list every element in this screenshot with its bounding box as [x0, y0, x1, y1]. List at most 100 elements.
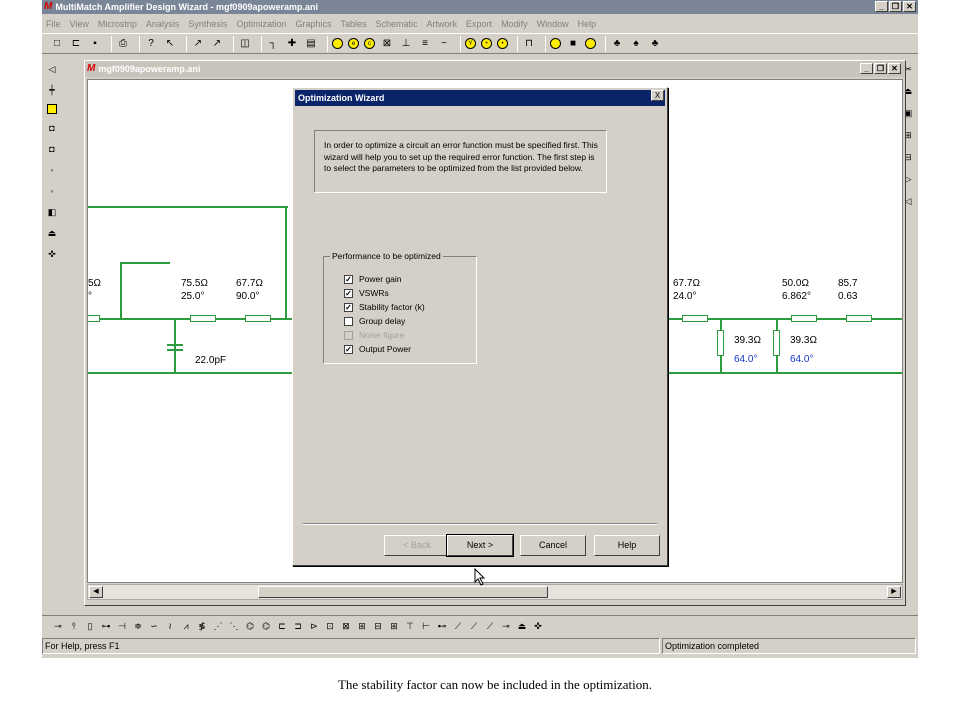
- cross-icon[interactable]: ✚: [285, 37, 299, 51]
- next-button[interactable]: Next >: [446, 534, 514, 557]
- taper-icon[interactable]: ⟋: [468, 621, 480, 633]
- vswrs-checkbox[interactable]: ✓ VSWRs: [344, 288, 389, 298]
- coupled-line-icon[interactable]: ⋰: [212, 621, 224, 633]
- series-resistor-icon[interactable]: ⊶: [100, 621, 112, 633]
- series-line-icon[interactable]: ⊸: [52, 621, 64, 633]
- open-stub-icon[interactable]: ▯: [84, 621, 96, 633]
- doc-minimize-button[interactable]: _: [860, 63, 873, 74]
- person-icon[interactable]: ♠: [629, 37, 643, 51]
- people-icon[interactable]: ♣: [610, 37, 624, 51]
- ground-icon[interactable]: ⏏: [45, 226, 59, 240]
- horizontal-scrollbar[interactable]: ◀ ▶: [87, 584, 903, 600]
- component-icon[interactable]: ◫: [238, 37, 252, 51]
- coupler-icon[interactable]: ⋱: [228, 621, 240, 633]
- transmission-line[interactable]: [245, 315, 271, 322]
- ground-icon[interactable]: ⊥: [399, 37, 413, 51]
- print-icon[interactable]: ⎙: [116, 37, 130, 51]
- circle-c-icon[interactable]: c: [364, 38, 375, 49]
- group-delay-checkbox[interactable]: Group delay: [344, 316, 405, 326]
- subcircuit-icon[interactable]: ⊞: [388, 621, 400, 633]
- menu-microstrip[interactable]: Microstrip: [98, 19, 137, 29]
- via-icon[interactable]: ⊤: [404, 621, 416, 633]
- menu-modify[interactable]: Modify: [501, 19, 528, 29]
- stub-icon[interactable]: ◦: [45, 163, 59, 177]
- sparam-icon[interactable]: ⊟: [372, 621, 384, 633]
- dot-icon[interactable]: •: [497, 38, 508, 49]
- restore-button[interactable]: ❐: [889, 1, 902, 12]
- stub-element[interactable]: [773, 330, 780, 356]
- box-icon[interactable]: ▤: [304, 37, 318, 51]
- stability-factor-checkbox[interactable]: ✓ Stability factor (k): [344, 302, 425, 312]
- back-button[interactable]: < Back: [384, 535, 450, 556]
- filter-icon[interactable]: ⊏: [276, 621, 288, 633]
- group-icon[interactable]: ♣: [648, 37, 662, 51]
- context-help-icon[interactable]: ↖: [163, 37, 177, 51]
- series-cap-icon[interactable]: ⊣: [116, 621, 128, 633]
- scroll-left-button[interactable]: ◀: [89, 586, 103, 598]
- open-icon[interactable]: ⊏: [69, 37, 83, 51]
- transistor-icon[interactable]: ◧: [45, 205, 59, 219]
- transmission-line[interactable]: [88, 315, 100, 322]
- lumped-icon[interactable]: ⊸: [500, 621, 512, 633]
- draw-icon[interactable]: ↗: [191, 37, 205, 51]
- checkbox-box[interactable]: [344, 316, 353, 326]
- port-in-icon[interactable]: ◁: [45, 62, 59, 76]
- doc-close-button[interactable]: ✕: [888, 63, 901, 74]
- fet-icon[interactable]: ⊠: [340, 621, 352, 633]
- menu-artwork[interactable]: Artwork: [427, 19, 458, 29]
- series-element-icon[interactable]: ┿: [45, 83, 59, 97]
- shunt-cap-icon[interactable]: ≑: [132, 621, 144, 633]
- menu-analysis[interactable]: Analysis: [146, 19, 180, 29]
- transformer-icon[interactable]: ⌬: [244, 621, 256, 633]
- shunt-resistor-icon[interactable]: ≸: [196, 621, 208, 633]
- radial-stub-icon[interactable]: ⟋: [484, 621, 496, 633]
- menu-synthesis[interactable]: Synthesis: [188, 19, 227, 29]
- help-button[interactable]: Help: [594, 535, 660, 556]
- shunt-icon[interactable]: ◦: [45, 184, 59, 198]
- cancel-button[interactable]: Cancel: [520, 535, 586, 556]
- minimize-button[interactable]: _: [875, 1, 888, 12]
- series-inductor-icon[interactable]: ∽: [148, 621, 160, 633]
- menu-window[interactable]: Window: [537, 19, 569, 29]
- checkbox-box[interactable]: ✓: [344, 344, 353, 354]
- transmission-line[interactable]: [682, 315, 708, 322]
- checkbox-box[interactable]: ✓: [344, 274, 353, 284]
- menu-schematic[interactable]: Schematic: [376, 19, 418, 29]
- tee-junction-icon[interactable]: ✜: [532, 621, 544, 633]
- tee-icon[interactable]: ┐: [266, 37, 280, 51]
- port-icon[interactable]: ⊡: [324, 621, 336, 633]
- menu-view[interactable]: View: [70, 19, 89, 29]
- diode-icon[interactable]: ⊳: [308, 621, 320, 633]
- attenuator-icon[interactable]: ⊐: [292, 621, 304, 633]
- hybrid-icon[interactable]: ⌬: [260, 621, 272, 633]
- circle-e-icon[interactable]: e: [348, 38, 359, 49]
- menu-graphics[interactable]: Graphics: [295, 19, 331, 29]
- cir-icon[interactable]: ◘: [45, 121, 59, 135]
- transmission-line[interactable]: [846, 315, 872, 322]
- ground-icon[interactable]: ⏏: [516, 621, 528, 633]
- scroll-right-button[interactable]: ▶: [887, 586, 901, 598]
- x-box-icon[interactable]: ⊠: [380, 37, 394, 51]
- y-icon[interactable]: Y: [465, 38, 476, 49]
- checkbox-box[interactable]: ✓: [344, 302, 353, 312]
- ellipse-icon[interactable]: [585, 38, 596, 49]
- power-gain-checkbox[interactable]: ✓ Power gain: [344, 274, 402, 284]
- new-icon[interactable]: □: [50, 37, 64, 51]
- yellow-box-icon[interactable]: [47, 104, 57, 114]
- checkbox-box[interactable]: ✓: [344, 288, 353, 298]
- shunt-inductor-icon[interactable]: ≀: [164, 621, 176, 633]
- square-icon[interactable]: ■: [566, 37, 580, 51]
- ring-icon[interactable]: [550, 38, 561, 49]
- stub-element[interactable]: [717, 330, 724, 356]
- gap-icon[interactable]: ⊷: [436, 621, 448, 633]
- scroll-thumb[interactable]: [258, 586, 548, 598]
- menu-export[interactable]: Export: [466, 19, 492, 29]
- ratio-icon[interactable]: ÷: [481, 38, 492, 49]
- tee-junction-icon[interactable]: ✜: [45, 247, 59, 261]
- draw-alt-icon[interactable]: ↗: [210, 37, 224, 51]
- bjt-icon[interactable]: ⊞: [356, 621, 368, 633]
- output-power-checkbox[interactable]: ✓ Output Power: [344, 344, 411, 354]
- wave-icon[interactable]: ~: [437, 37, 451, 51]
- transmission-line[interactable]: [190, 315, 216, 322]
- help-icon[interactable]: ?: [144, 37, 158, 51]
